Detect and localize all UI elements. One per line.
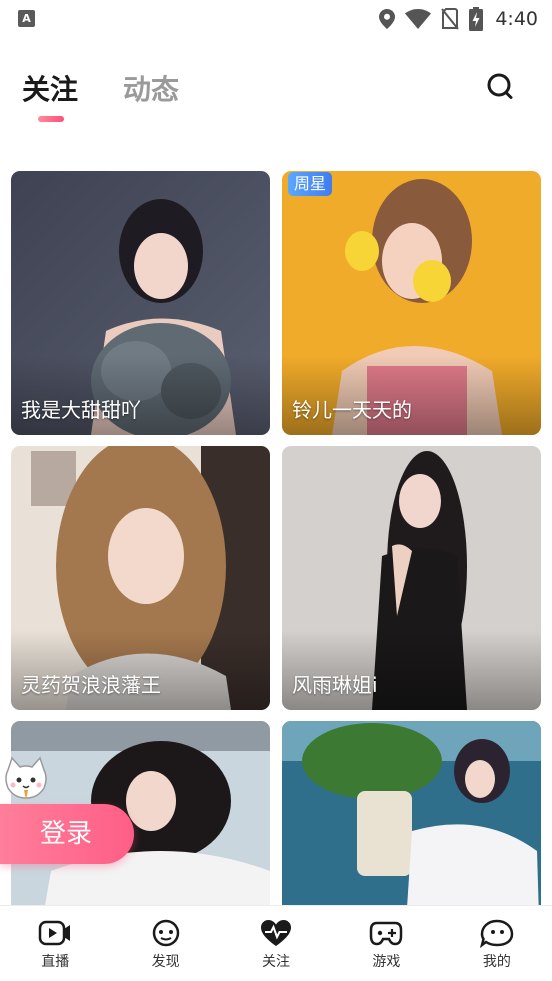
login-button[interactable]: 登录 (0, 804, 134, 864)
wifi-icon (405, 9, 432, 29)
nav-label: 我的 (482, 954, 511, 970)
nav-item-live[interactable]: 直播 (0, 906, 110, 981)
nav-label: 游戏 (372, 954, 401, 970)
nav-item-games[interactable]: 游戏 (331, 906, 441, 981)
tab-moments[interactable]: 动态 (123, 68, 179, 108)
streamer-name: 我是大甜甜吖 (21, 398, 141, 422)
cat-mascot-icon (5, 756, 47, 800)
gamepad-icon (370, 921, 403, 946)
streamer-card[interactable]: 周星 铃儿一天天的 (282, 171, 541, 435)
heart-pulse-icon (261, 920, 292, 946)
discover-face-icon (152, 919, 179, 947)
profile-bubble-icon (479, 919, 514, 948)
nav-item-follow[interactable]: 关注 (221, 906, 331, 981)
streamer-name: 风雨琳姐i (292, 673, 378, 697)
bottom-nav: 直播 发现 关注 游戏 我的 (0, 905, 552, 981)
active-tab-indicator (38, 116, 64, 122)
status-icons: 4:40 (379, 6, 538, 32)
streamer-photo (282, 721, 541, 905)
status-time: 4:40 (495, 8, 538, 30)
nav-label: 发现 (151, 954, 180, 970)
status-bar: A 4:40 (0, 0, 552, 38)
streamer-name: 铃儿一天天的 (292, 398, 412, 422)
tab-follow[interactable]: 关注 (22, 68, 78, 108)
streamer-name: 灵药贺浪浪藩王 (21, 673, 161, 697)
battery-charging-icon (469, 7, 484, 31)
streamer-card[interactable]: 风雨琳姐i (282, 446, 541, 710)
streamer-card[interactable]: 灵药贺浪浪藩王 (11, 446, 270, 710)
notification-app-icon: A (18, 10, 35, 27)
location-icon (379, 9, 396, 29)
nav-label: 直播 (41, 954, 70, 970)
weekly-star-badge: 周星 (288, 172, 333, 196)
streamer-card[interactable] (282, 721, 541, 905)
nav-item-discover[interactable]: 发现 (110, 906, 220, 981)
no-sim-icon (441, 8, 460, 30)
nav-item-me[interactable]: 我的 (442, 906, 552, 981)
video-camera-icon (38, 920, 71, 946)
streamer-card[interactable]: 我是大甜甜吖 (11, 171, 270, 435)
search-icon[interactable] (482, 68, 520, 106)
login-float[interactable]: 登录 (0, 756, 140, 868)
top-header: 关注 动态 (0, 38, 552, 138)
nav-label: 关注 (262, 954, 291, 970)
